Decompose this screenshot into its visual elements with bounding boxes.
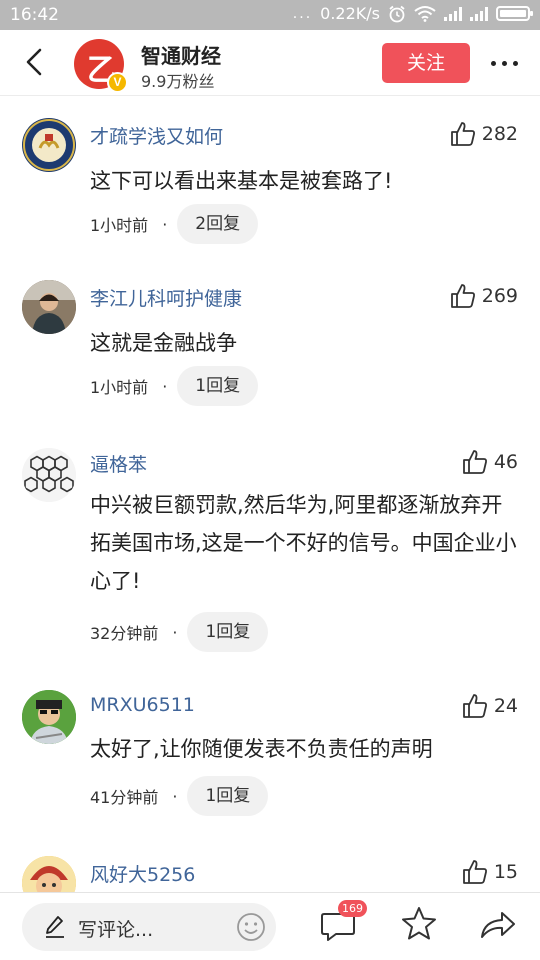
comment-username[interactable]: 风好大5256 (90, 860, 195, 887)
account-name[interactable]: 智通财经 (141, 40, 221, 69)
comment-item: 李江儿科呵护健康 269 这就是金融战争 1小时前 · 1回复 (0, 258, 540, 422)
user-avatar[interactable] (22, 448, 76, 502)
hexagon-avatar-image (22, 448, 76, 502)
thumbs-up-icon (462, 694, 487, 718)
user-avatar[interactable] (22, 690, 76, 744)
meta-separator: · (172, 622, 178, 642)
smile-icon[interactable] (236, 912, 266, 942)
meta-separator: · (172, 786, 178, 806)
comment-time: 1小时前 (90, 216, 149, 235)
user-avatar[interactable] (22, 118, 76, 172)
verified-badge: V (107, 72, 128, 93)
like-button[interactable]: 282 (449, 120, 518, 148)
reply-button[interactable]: 1回复 (187, 612, 269, 652)
meta-separator: · (162, 214, 168, 234)
status-dots: ... (292, 5, 313, 22)
follower-count: 9.9万粉丝 (141, 72, 215, 91)
comment-input[interactable]: 写评论... (22, 903, 276, 951)
thumbs-up-icon (462, 860, 487, 884)
reply-button[interactable]: 1回复 (187, 776, 269, 816)
cartoon-avatar-image (22, 856, 76, 892)
more-dots-icon (490, 60, 496, 66)
comment-meta: 32分钟前 · 1回复 (90, 612, 269, 652)
user-avatar[interactable] (22, 280, 76, 334)
back-button[interactable] (18, 44, 54, 80)
like-button[interactable]: 15 (461, 858, 518, 886)
alarm-clock-icon (389, 5, 405, 22)
status-indicators: ... 0.22K/s (292, 4, 533, 23)
like-count: 269 (481, 285, 518, 307)
user-avatar[interactable] (22, 856, 76, 892)
back-chevron-icon (26, 48, 42, 76)
photo-avatar-image (22, 280, 76, 334)
like-count: 15 (493, 861, 518, 883)
account-header: 乙 V 智通财经 9.9万粉丝 关注 (0, 30, 540, 96)
status-bar: 16:42 ... 0.22K/s (0, 0, 540, 30)
like-count: 282 (481, 123, 518, 145)
reply-button[interactable]: 1回复 (177, 366, 259, 406)
comment-count-badge: 169 (338, 900, 367, 917)
comment-list[interactable]: 才疏学浅又如何 282 这下可以看出来基本是被套路了! 1小时前 · 2回复 李… (0, 96, 540, 892)
like-button[interactable]: 24 (461, 692, 518, 720)
comment-meta: 1小时前 · 1回复 (90, 366, 259, 406)
comment-time: 1小时前 (90, 378, 149, 397)
wifi-icon (414, 6, 436, 22)
thumbs-up-icon (450, 122, 475, 146)
follow-button[interactable]: 关注 (382, 43, 470, 83)
comment-username[interactable]: 李江儿科呵护健康 (90, 284, 242, 311)
star-icon[interactable] (400, 905, 438, 943)
comment-input-placeholder: 写评论... (78, 919, 154, 941)
comment-item: 逼格苯 46 中兴被巨额罚款,然后华为,阿里都逐渐放弃开拓美国市场,这是一个不好… (0, 422, 540, 676)
battery-icon (496, 6, 533, 21)
thumbs-up-icon (462, 450, 487, 474)
share-icon[interactable] (478, 905, 518, 943)
like-button[interactable]: 46 (461, 448, 518, 476)
comment-meta: 41分钟前 · 1回复 (90, 776, 269, 816)
like-count: 46 (493, 451, 518, 473)
comment-text: 这就是金融战争 (90, 331, 237, 355)
comment-item: 才疏学浅又如何 282 这下可以看出来基本是被套路了! 1小时前 · 2回复 (0, 96, 540, 258)
comment-time: 41分钟前 (90, 788, 159, 807)
network-speed: 0.22K/s (320, 4, 380, 23)
comment-time: 32分钟前 (90, 624, 159, 643)
pen-icon (46, 916, 64, 938)
comment-meta: 1小时前 · 2回复 (90, 204, 259, 244)
meta-separator: · (162, 376, 168, 396)
cell-signal-icon-2 (470, 6, 488, 21)
character-avatar-image (22, 690, 76, 744)
comment-item: 风好大5256 15 (0, 842, 540, 892)
cell-signal-icon (444, 6, 462, 21)
comment-item: MRXU6511 24 太好了,让你随便发表不负责任的声明 41分钟前 · 1回… (0, 676, 540, 842)
comment-username[interactable]: 才疏学浅又如何 (90, 122, 223, 149)
comment-text: 中兴被巨额罚款,然后华为,阿里都逐渐放弃开拓美国市场,这是一个不好的信号。中国企… (90, 493, 517, 593)
reply-button[interactable]: 2回复 (177, 204, 259, 244)
comment-username[interactable]: 逼格苯 (90, 450, 147, 477)
comment-text: 太好了,让你随便发表不负责任的声明 (90, 737, 433, 761)
like-button[interactable]: 269 (449, 282, 518, 310)
comment-text: 这下可以看出来基本是被套路了! (90, 169, 393, 193)
emblem-avatar-image (23, 119, 75, 171)
thumbs-up-icon (450, 284, 475, 308)
like-count: 24 (493, 695, 518, 717)
more-options-button[interactable] (484, 48, 524, 78)
account-avatar[interactable]: 乙 V (74, 39, 128, 93)
comment-username[interactable]: MRXU6511 (90, 694, 195, 716)
bottom-action-bar: 写评论... 169 (0, 892, 540, 960)
status-time: 16:42 (10, 5, 59, 25)
